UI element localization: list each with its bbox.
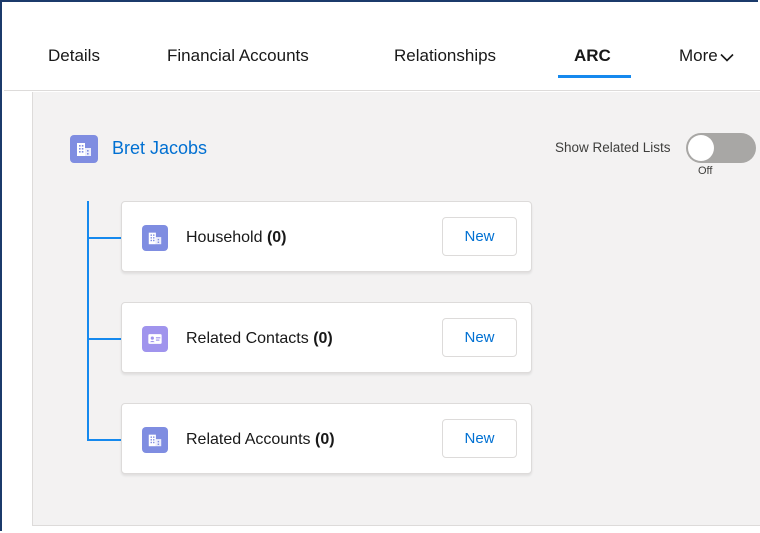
tree-connector-branch [87,237,122,239]
tree-connector-branch [87,439,122,441]
account-icon [142,225,168,251]
related-list-count: (0) [313,330,333,347]
account-icon [142,427,168,453]
account-icon [70,135,98,163]
tab-financial-accounts[interactable]: Financial Accounts [167,46,309,66]
tab-bar: Details Financial Accounts Relationships… [4,4,760,91]
tab-more-label: More [679,46,718,65]
tab-more[interactable]: More [679,46,734,67]
related-list-card-related-contacts: Related Contacts (0) New [121,302,532,373]
chevron-down-icon [720,47,734,67]
related-list-card-related-accounts: Related Accounts (0) New [121,403,532,474]
root-record-link[interactable]: Bret Jacobs [112,138,207,159]
related-list-name: Related Accounts [186,431,311,448]
tree-connector-branch [87,338,122,340]
tab-details[interactable]: Details [48,46,100,66]
new-related-contact-button[interactable]: New [442,318,517,357]
toggle-knob [688,135,714,161]
contact-icon [142,326,168,352]
new-related-account-button[interactable]: New [442,419,517,458]
new-household-button[interactable]: New [442,217,517,256]
related-list-name: Related Contacts [186,330,309,347]
show-related-lists-toggle[interactable] [686,133,756,163]
related-list-name: Household [186,229,263,246]
toggle-state-label: Off [698,165,713,177]
tab-relationships[interactable]: Relationships [394,46,496,66]
related-list-title: Related Contacts (0) [186,330,333,348]
active-tab-indicator [558,75,631,78]
related-list-count: (0) [314,431,335,448]
related-list-count: (0) [266,229,287,246]
related-list-card-household: Household (0) New [121,201,532,272]
related-list-title: Household (0) [186,229,287,247]
related-list-title: Related Accounts (0) [186,431,335,449]
show-related-lists-label: Show Related Lists [555,140,671,155]
tab-arc[interactable]: ARC [574,46,611,66]
app-frame: Details Financial Accounts Relationships… [0,0,760,531]
